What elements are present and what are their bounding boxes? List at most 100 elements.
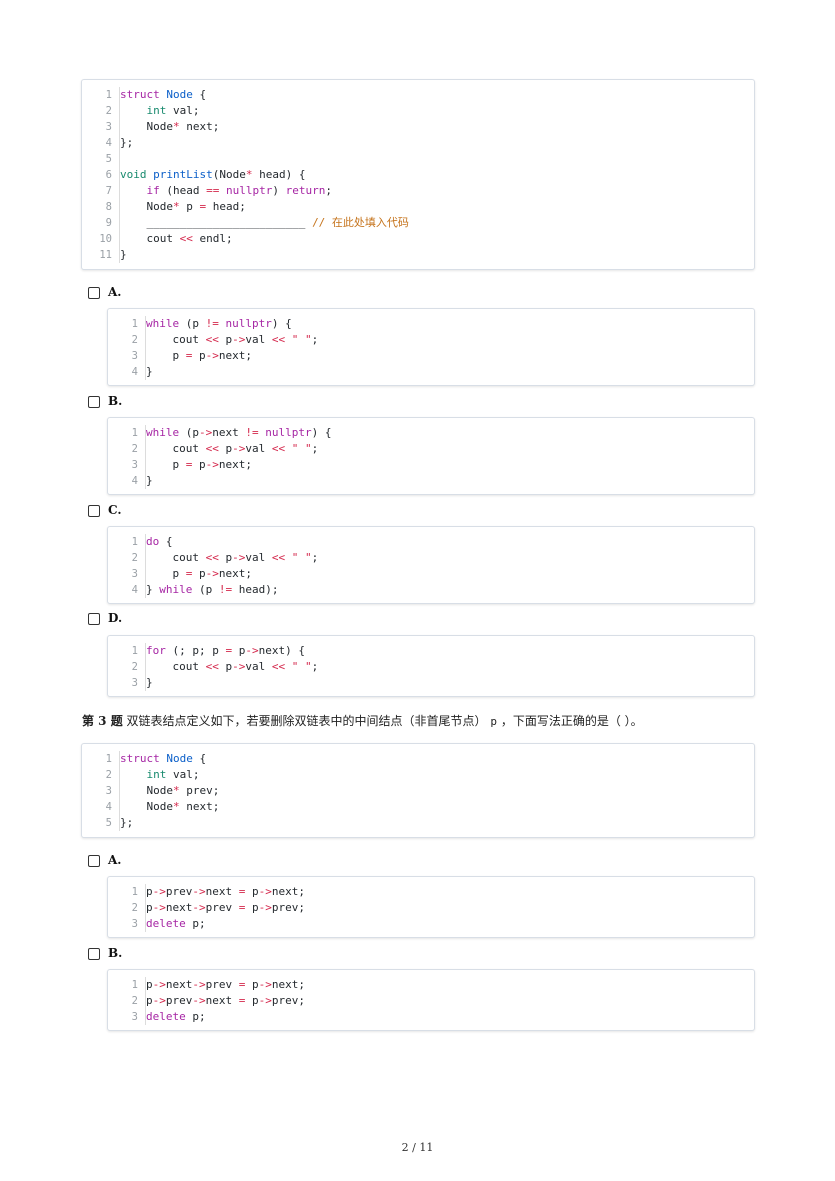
code-token: head;: [206, 200, 246, 213]
code-text: cout << p->val << " ";: [146, 441, 318, 457]
code-line: 1 while (p->next != nullptr) {: [108, 425, 754, 441]
code-token: ->: [205, 567, 219, 580]
code-token: " ": [291, 551, 312, 564]
code-token: (p: [179, 426, 199, 439]
code-text: }: [146, 473, 153, 489]
line-number: 1: [105, 89, 112, 101]
code-token: *: [172, 200, 180, 213]
code-text: ________________________ // 在此处填入代码: [120, 215, 408, 231]
code-line: 2 cout << p->val << " ";: [108, 659, 754, 675]
code-token: next;: [179, 800, 220, 813]
code-token: p: [192, 567, 206, 580]
code-token: val: [245, 660, 272, 673]
q2-option-b-code: 1 while (p->next != nullptr) {2 cout << p…: [107, 417, 755, 495]
code-token: ->: [192, 885, 206, 898]
code-token: <<: [205, 442, 219, 455]
code-token: }: [120, 248, 127, 261]
code-token: prev: [165, 885, 193, 898]
line-number: 5: [105, 153, 112, 165]
code-line: 1 for (; p; p = p->next) {: [108, 643, 754, 659]
checkbox-b[interactable]: [88, 948, 100, 960]
code-line: 3 p = p->next;: [108, 457, 754, 473]
code-text: while (p->next != nullptr) {: [146, 425, 331, 441]
code-token: p: [146, 994, 153, 1007]
line-number: 3: [105, 121, 112, 133]
code-token: if: [146, 184, 160, 197]
q2-option-c-code: 1 do {2 cout << p->val << " "; 3 p = p->ne…: [107, 526, 755, 604]
checkbox-a[interactable]: [88, 287, 100, 299]
code-text: for (; p; p = p->next) {: [146, 643, 305, 659]
code-token: next;: [271, 885, 305, 898]
line-number: 4: [131, 584, 138, 596]
code-token: ->: [232, 333, 246, 346]
code-token: Node: [166, 752, 193, 765]
code-token: <<: [271, 660, 286, 673]
code-token: (p: [192, 583, 219, 596]
line-number: 3: [131, 1011, 138, 1023]
code-token: next;: [218, 458, 252, 471]
option-label: B.: [108, 946, 123, 960]
line-number: 1: [105, 753, 112, 765]
code-text: }: [120, 247, 127, 263]
code-line: 3 p = p->next;: [108, 348, 754, 364]
code-line: 6 void printList(Node* head) {: [82, 167, 754, 183]
line-number: 3: [131, 459, 138, 471]
code-token: ;: [311, 660, 319, 673]
question-var: p: [490, 715, 498, 728]
code-token: p: [245, 885, 259, 898]
code-line: 1 p->next->prev = p->next;: [108, 977, 754, 993]
code-text: p = p->next;: [146, 566, 252, 582]
checkbox-a[interactable]: [88, 855, 100, 867]
code-token: p: [218, 551, 233, 564]
checkbox-d[interactable]: [88, 613, 100, 625]
code-token: Node: [120, 800, 173, 813]
code-line: 3 delete p;: [108, 1009, 754, 1025]
line-number: 5: [105, 817, 112, 829]
code-token: val;: [166, 104, 200, 117]
code-token: p;: [185, 917, 206, 930]
checkbox-c[interactable]: [88, 505, 100, 517]
code-token: <<: [271, 551, 286, 564]
code-token: nullptr: [225, 317, 272, 330]
code-token: }: [146, 365, 153, 378]
code-text: p->prev->next = p->prev;: [146, 993, 305, 1009]
code-token: int: [146, 768, 167, 781]
code-token: *: [172, 800, 180, 813]
code-token: Node: [120, 120, 173, 133]
code-text: struct Node {: [120, 751, 206, 767]
code-token: next: [205, 994, 239, 1007]
code-line: 2 int val;: [82, 103, 754, 119]
code-token: (; p; p: [165, 644, 226, 657]
code-token: val: [245, 551, 272, 564]
code-token: *: [172, 120, 180, 133]
line-number: 2: [131, 661, 138, 673]
code-token: }: [146, 676, 153, 689]
code-token: ->: [205, 458, 219, 471]
code-token: !=: [205, 317, 219, 330]
code-lines: 1 struct Node {2 int val; 3 Node* next; 4};…: [82, 87, 754, 263]
code-token: p: [179, 200, 200, 213]
code-token: }: [146, 474, 153, 487]
code-line: 4}: [108, 364, 754, 380]
q3-option-b-code: 1 p->next->prev = p->next; 2 p->prev->next …: [107, 969, 755, 1031]
code-line: 2 cout << p->val << " ";: [108, 332, 754, 348]
code-lines: 1 do {2 cout << p->val << " "; 3 p = p->ne…: [108, 534, 754, 598]
question-number: 第 3 题: [82, 714, 123, 728]
code-text: do {: [146, 534, 173, 550]
code-token: p: [218, 442, 233, 455]
code-line: 4};: [82, 135, 754, 151]
line-number: 11: [99, 249, 112, 261]
code-token: " ": [291, 442, 312, 455]
code-line: 2 cout << p->val << " ";: [108, 550, 754, 566]
checkbox-b[interactable]: [88, 396, 100, 408]
code-text: Node* next;: [120, 119, 219, 135]
code-line: 3 delete p;: [108, 916, 754, 932]
code-token: delete: [146, 917, 186, 930]
code-token: ->: [152, 978, 166, 991]
code-token: next: [165, 978, 193, 991]
code-token: <<: [271, 442, 286, 455]
option-label: A.: [108, 285, 122, 299]
code-token: ) {: [271, 317, 292, 330]
code-line: 4}: [108, 473, 754, 489]
